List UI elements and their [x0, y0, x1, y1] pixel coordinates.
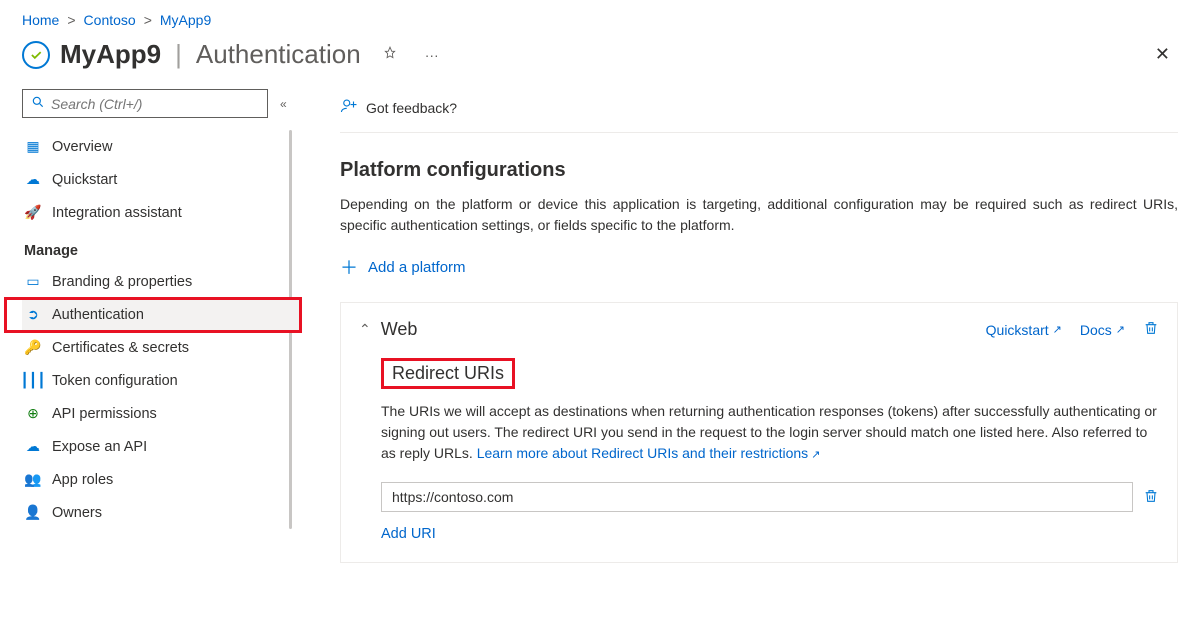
delete-uri-icon[interactable] [1143, 488, 1159, 507]
toolbar: Got feedback? [340, 89, 1178, 133]
sidebar-item-label: Certificates & secrets [52, 340, 189, 356]
platform-web-title: Web [381, 319, 418, 340]
add-platform-label: Add a platform [368, 259, 466, 276]
sidebar-item-overview[interactable]: ▦ Overview [22, 130, 302, 163]
pin-icon[interactable] [377, 42, 403, 67]
breadcrumb-sep: > [144, 12, 152, 28]
sidebar-item-certificates[interactable]: 🔑 Certificates & secrets [22, 331, 302, 364]
sidebar-item-branding[interactable]: ▭ Branding & properties [22, 265, 302, 298]
redirect-uris-heading: Redirect URIs [381, 358, 515, 389]
token-icon: ┃┃┃ [24, 372, 42, 389]
search-box[interactable] [22, 89, 268, 118]
rocket-icon: 🚀 [24, 204, 42, 221]
roles-icon: 👥 [24, 471, 42, 488]
breadcrumb-home[interactable]: Home [22, 12, 59, 28]
branding-icon: ▭ [24, 273, 42, 290]
external-link-icon: ↗ [808, 449, 820, 461]
feedback-label: Got feedback? [366, 100, 457, 116]
api-perm-icon: ⊕ [24, 405, 42, 422]
quickstart-link[interactable]: Quickstart↗ [986, 322, 1062, 338]
main-content: Got feedback? Platform configurations De… [302, 89, 1200, 621]
overview-icon: ▦ [24, 138, 42, 155]
chevron-up-icon[interactable]: ⌃ [359, 321, 371, 338]
sidebar-item-label: Quickstart [52, 172, 117, 188]
sidebar-item-label: Authentication [52, 307, 144, 323]
app-icon [22, 41, 50, 69]
platform-config-title: Platform configurations [340, 159, 1178, 182]
sidebar-item-label: Owners [52, 505, 102, 521]
search-icon [31, 95, 45, 112]
sidebar-item-label: Token configuration [52, 373, 178, 389]
sidebar-item-quickstart[interactable]: ☁ Quickstart [22, 163, 302, 196]
sidebar-item-authentication[interactable]: ➲ Authentication [22, 298, 302, 331]
page-title-section: Authentication [196, 39, 361, 70]
breadcrumb-org[interactable]: Contoso [84, 12, 136, 28]
platform-config-desc: Depending on the platform or device this… [340, 194, 1178, 236]
sidebar-item-label: App roles [52, 472, 113, 488]
breadcrumb-app[interactable]: MyApp9 [160, 12, 211, 28]
external-link-icon: ↗ [1116, 323, 1125, 336]
external-link-icon: ↗ [1053, 323, 1062, 336]
sidebar-item-label: Expose an API [52, 439, 147, 455]
more-icon[interactable]: ··· [419, 43, 445, 67]
page-title-sep: | [171, 39, 186, 70]
sidebar-item-label: Branding & properties [52, 274, 192, 290]
breadcrumb-sep: > [67, 12, 75, 28]
add-platform-button[interactable]: ＋ Add a platform [340, 254, 1178, 280]
sidebar-item-integration[interactable]: 🚀 Integration assistant [22, 196, 302, 229]
owners-icon: 👤 [24, 504, 42, 521]
page-header: MyApp9 | Authentication ··· ✕ [0, 34, 1200, 89]
learn-more-link[interactable]: Learn more about Redirect URIs and their… [477, 445, 821, 461]
search-input[interactable] [51, 96, 259, 112]
plus-icon: ＋ [340, 254, 358, 280]
delete-platform-icon[interactable] [1143, 320, 1159, 339]
add-uri-button[interactable]: Add URI [381, 526, 1159, 542]
sidebar-item-token[interactable]: ┃┃┃ Token configuration [22, 364, 302, 397]
redirect-uri-input[interactable] [381, 482, 1133, 512]
close-icon[interactable]: ✕ [1147, 38, 1178, 71]
redirect-uris-desc: The URIs we will accept as destinations … [381, 401, 1159, 464]
sidebar-item-owners[interactable]: 👤 Owners [22, 496, 302, 529]
sidebar-item-app-roles[interactable]: 👥 App roles [22, 463, 302, 496]
auth-icon: ➲ [24, 306, 42, 323]
collapse-sidebar-icon[interactable]: « [276, 93, 291, 115]
sidebar-item-label: Overview [52, 139, 112, 155]
page-title-app: MyApp9 [60, 39, 161, 70]
cloud-icon: ☁ [24, 438, 42, 455]
docs-link[interactable]: Docs↗ [1080, 322, 1125, 338]
sidebar-item-expose-api[interactable]: ☁ Expose an API [22, 430, 302, 463]
sidebar: « ▦ Overview ☁ Quickstart 🚀 Integration … [0, 89, 302, 621]
feedback-icon [340, 97, 358, 118]
sidebar-item-label: Integration assistant [52, 205, 182, 221]
sidebar-heading-manage: Manage [22, 229, 302, 265]
platform-card-web: ⌃ Web Quickstart↗ Docs↗ Redirect URIs Th… [340, 302, 1178, 563]
breadcrumb: Home > Contoso > MyApp9 [0, 0, 1200, 34]
sidebar-item-label: API permissions [52, 406, 157, 422]
feedback-button[interactable]: Got feedback? [340, 97, 457, 118]
quickstart-icon: ☁ [24, 171, 42, 188]
sidebar-item-api-permissions[interactable]: ⊕ API permissions [22, 397, 302, 430]
key-icon: 🔑 [24, 339, 42, 356]
